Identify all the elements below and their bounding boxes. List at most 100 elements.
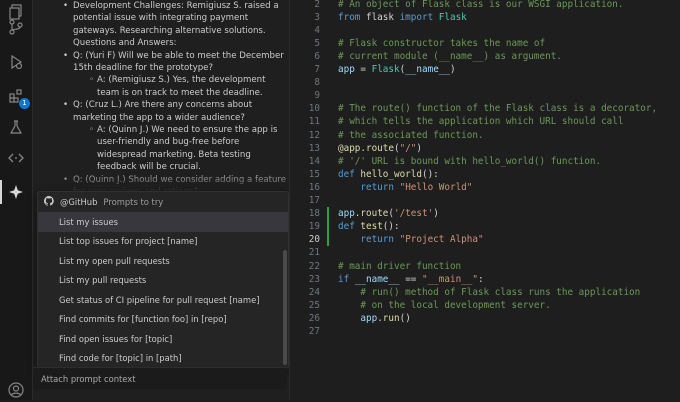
testing-icon[interactable] <box>4 115 28 139</box>
code-token: "Hello World" <box>399 181 473 193</box>
line-number: 12 <box>308 129 320 141</box>
code-line[interactable]: 11 # which tells the application which UR… <box>290 115 680 128</box>
code-line[interactable]: 26 app.run() <box>290 312 680 325</box>
code-token: # current module (__name__) as argument. <box>338 50 562 62</box>
code-token: # main driver function <box>338 260 462 272</box>
chat-line: Q: (Cruz L.) Are there any concerns abou… <box>33 99 283 112</box>
chat-input-area[interactable] <box>33 389 287 400</box>
account-icon[interactable] <box>4 378 28 402</box>
prompt-suggestion-item[interactable]: Find open issues for [topic] <box>38 329 288 349</box>
prompt-suggestion-item[interactable]: Find commits for [function foo] in [repo… <box>38 310 288 330</box>
line-number: 13 <box>308 142 320 154</box>
prompt-suggestion-item[interactable]: List my issues <box>38 212 288 232</box>
code-text: return "Project Alpha" <box>338 233 483 246</box>
code-text: app.route('/test') <box>338 207 439 220</box>
code-line[interactable]: 12 # the associated function. <box>290 129 680 142</box>
code-token: ) <box>416 142 422 154</box>
chat-line: gateways. Researching alternative soluti… <box>73 25 266 36</box>
code-token: () <box>399 312 411 324</box>
attach-prompt-context[interactable]: Attach prompt context <box>33 367 287 389</box>
code-line[interactable]: 13 @app.route("/") <box>290 142 680 155</box>
line-number: 11 <box>308 116 320 128</box>
code-line[interactable]: 22 # main driver function <box>290 260 680 273</box>
git-modified-marker <box>327 207 329 221</box>
code-token: return <box>360 234 394 246</box>
code-line[interactable]: 3 from flask import Flask <box>290 11 680 24</box>
code-token: hello_world <box>360 168 422 180</box>
prompt-suggestion-item[interactable]: Get status of CI pipeline for pull reque… <box>38 290 288 310</box>
code-token: return <box>360 181 394 193</box>
code-line[interactable]: 25 # on the local development server. <box>290 299 680 312</box>
code-text: def hello_world(): <box>338 168 439 181</box>
line-number: 2 <box>314 0 320 10</box>
popup-subtitle: Prompts to try <box>103 197 164 207</box>
code-line[interactable]: 10 # The route() function of the Flask cl… <box>290 102 680 115</box>
code-text: # main driver function <box>338 260 461 273</box>
chat-line: 15th deadline for the prototype? <box>73 63 214 74</box>
prompt-suggestion-item[interactable]: List top issues for project [name] <box>38 232 288 252</box>
line-number: 18 <box>308 208 320 220</box>
code-token: "__main__" <box>421 273 478 285</box>
code-line[interactable]: 19 def test(): <box>290 220 680 234</box>
code-line[interactable]: 5 # Flask constructor takes the name of <box>290 37 680 50</box>
line-number: 23 <box>308 273 320 285</box>
code-text: app.run() <box>338 312 411 325</box>
code-line[interactable]: 14 # '/' URL is bound with hello_world() … <box>290 155 680 168</box>
source-control-icon[interactable] <box>4 15 28 39</box>
code-line[interactable]: 18 app.route('/test') <box>290 207 680 221</box>
code-line[interactable]: 8 <box>290 76 680 89</box>
code-token: Flask <box>371 64 400 75</box>
code-token: == <box>399 273 422 285</box>
code-line[interactable]: 4 <box>290 24 680 37</box>
prompt-suggestion-item[interactable]: Find code for [topic] in [path] <box>38 349 288 369</box>
code-token: @app.route <box>338 142 394 154</box>
code-token: def <box>338 168 355 180</box>
code-line[interactable]: 2 # An object of Flask class is our WSGI … <box>290 0 680 11</box>
code-line[interactable]: 21 <box>290 246 680 259</box>
github-icon <box>43 196 54 208</box>
remote-explorer-icon[interactable] <box>4 146 28 170</box>
code-text: app = Flask(__name__) <box>338 63 456 76</box>
code-text: # The route() function of the Flask clas… <box>338 102 657 115</box>
code-line[interactable]: 17 <box>290 194 680 207</box>
code-token: run <box>382 312 400 324</box>
prompt-suggestion-item[interactable]: List my pull requests <box>38 271 288 291</box>
code-token: __name__ <box>354 273 400 285</box>
chat-fade <box>33 170 289 192</box>
code-token: # The route() function of the Flask clas… <box>338 103 658 115</box>
code-text: return "Hello World" <box>338 181 472 194</box>
code-line[interactable]: 23 if __name__ == "__main__": <box>290 273 680 286</box>
line-number: 14 <box>308 155 320 167</box>
extensions-icon[interactable]: 1 <box>4 84 30 109</box>
code-line[interactable]: 7 app = Flask(__name__) <box>290 63 680 76</box>
code-line[interactable]: 20 return "Project Alpha" <box>290 233 680 247</box>
code-editor[interactable]: 2 # An object of Flask class is our WSGI … <box>290 0 680 400</box>
code-line[interactable]: 16 return "Hello World" <box>290 181 680 194</box>
copilot-chat-icon[interactable] <box>4 180 28 204</box>
code-token: # Flask constructor takes the name of <box>338 37 546 49</box>
code-text: # current module (__name__) as argument. <box>338 50 562 63</box>
code-line[interactable]: 6 # current module (__name__) as argument… <box>290 50 680 63</box>
code-text: # '/' URL is bound with hello_world() fu… <box>338 155 601 168</box>
code-token: import <box>399 11 434 23</box>
code-text: if __name__ == "__main__": <box>338 273 484 286</box>
code-text: # Flask constructor takes the name of <box>338 37 545 50</box>
code-line[interactable]: 15 def hello_world(): <box>290 168 680 181</box>
code-token: (): <box>421 168 439 180</box>
code-line[interactable]: 9 <box>290 89 680 102</box>
code-token: app <box>338 208 355 220</box>
popup-scrollbar[interactable] <box>283 250 287 365</box>
line-number: 19 <box>308 221 320 233</box>
code-line[interactable]: 27 <box>290 325 680 338</box>
code-line[interactable]: 24 # run() method of Flask class runs th… <box>290 286 680 299</box>
code-text: from flask import Flask <box>338 11 467 24</box>
prompt-suggestion-item[interactable]: List my open pull requests <box>38 251 288 271</box>
code-token: app <box>338 64 355 75</box>
activity-bar: 1 <box>0 0 33 400</box>
line-number: 4 <box>314 24 320 36</box>
line-number: 27 <box>308 326 320 337</box>
run-debug-icon[interactable] <box>4 50 28 74</box>
line-number: 26 <box>308 312 320 324</box>
